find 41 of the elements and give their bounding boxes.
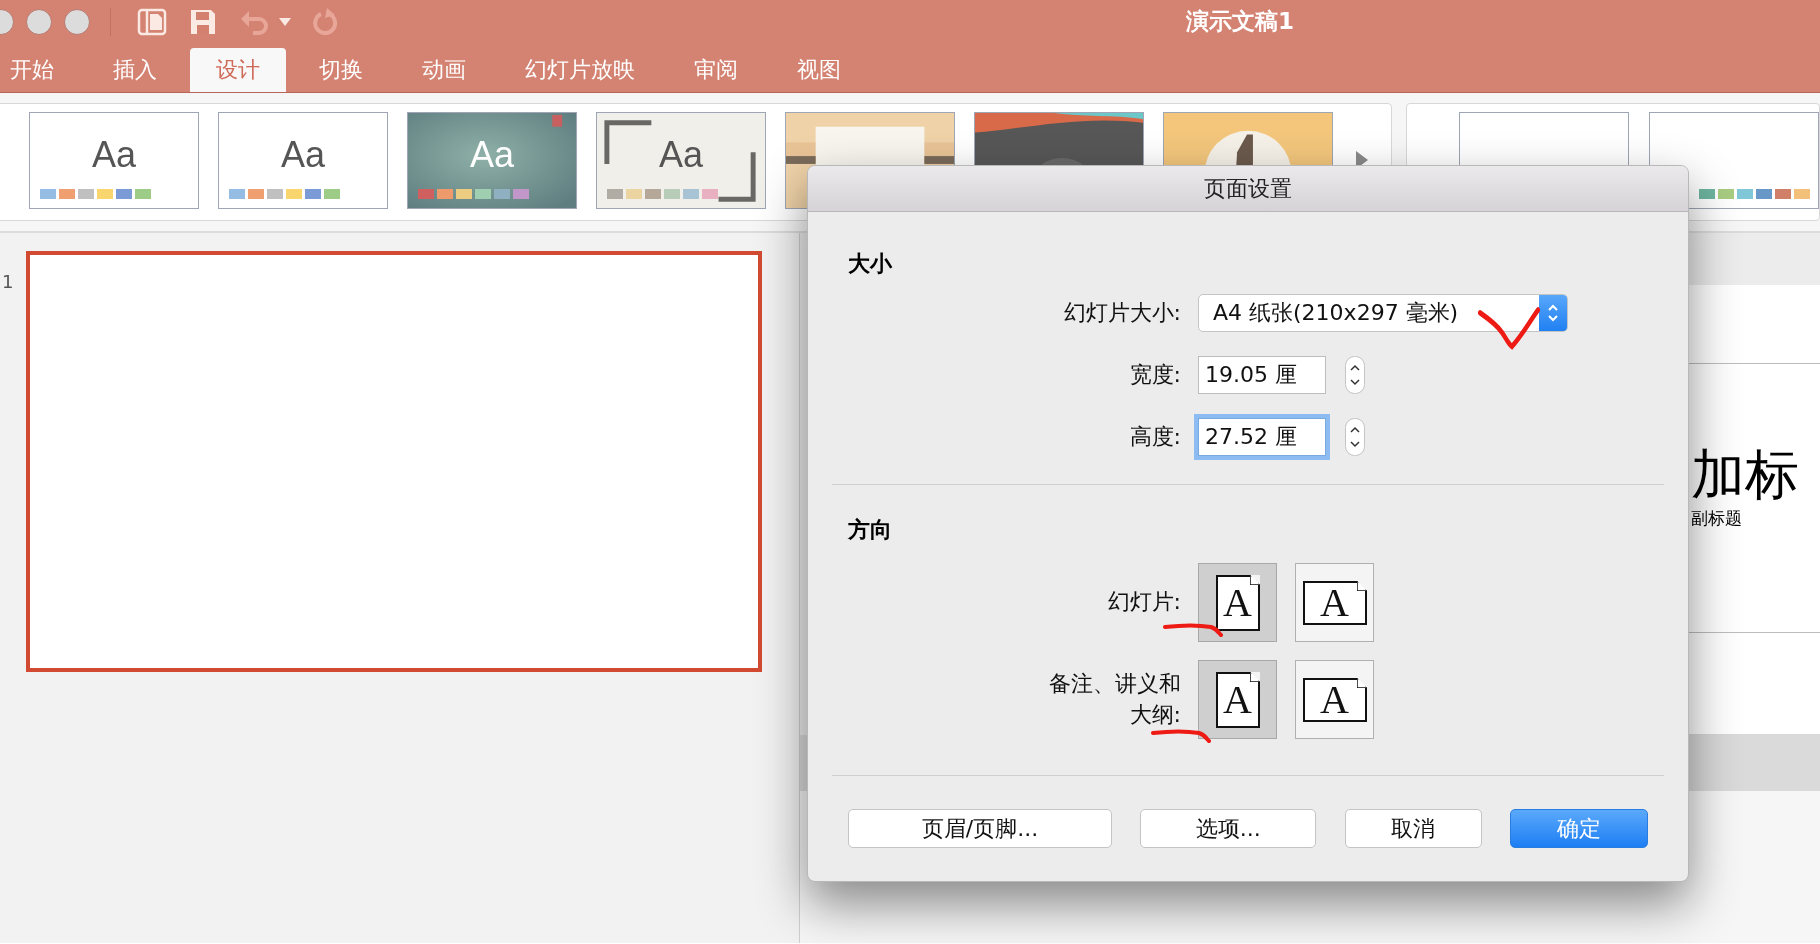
field-label: 宽度:	[1129, 361, 1181, 389]
caret-icon[interactable]	[279, 18, 291, 26]
field-label: 幻灯片:	[1106, 588, 1181, 617]
section-heading: 大小	[848, 250, 892, 278]
panel-icon[interactable]	[137, 8, 167, 36]
folded-corner-icon	[1249, 671, 1260, 682]
height-field[interactable]: 27.52 厘	[1198, 418, 1326, 456]
slide-thumbnail[interactable]	[26, 251, 762, 672]
title-placeholder[interactable]: 加标	[1691, 445, 1820, 506]
stepper-arrows-icon	[1547, 302, 1559, 324]
dialog-title: 页面设置	[1204, 174, 1292, 203]
field-label: 备注、讲义和大纲:	[1048, 669, 1181, 729]
portrait-button[interactable]: A	[1198, 563, 1277, 642]
slide-number: 1	[1, 270, 15, 294]
underline-mark	[1150, 728, 1214, 744]
width-field[interactable]: 19.05 厘	[1198, 356, 1326, 394]
dialog-button[interactable]: 页眉/页脚...	[848, 809, 1112, 848]
window-control[interactable]	[64, 9, 90, 35]
landscape-button[interactable]: A	[1295, 563, 1374, 642]
theme-thumbnail[interactable]: Aa	[596, 111, 766, 209]
field-label: 高度:	[1129, 423, 1181, 451]
dialog-button[interactable]: 选项...	[1140, 809, 1317, 848]
variant-thumbnail[interactable]	[1649, 111, 1819, 209]
folded-corner-icon	[1249, 574, 1260, 585]
folded-corner-icon	[1356, 677, 1367, 688]
theme-thumbnail[interactable]: Aa	[29, 111, 199, 209]
field-label: 幻灯片大小:	[1063, 299, 1181, 327]
portrait-button[interactable]: A	[1198, 660, 1277, 739]
underline-mark	[1162, 622, 1226, 638]
stepper[interactable]	[1345, 418, 1365, 456]
slide-size-dropdown[interactable]: A4 纸张(210x297 毫米)	[1198, 294, 1568, 332]
window-title: 演示文稿1	[1186, 8, 1294, 34]
window-control[interactable]	[26, 9, 52, 35]
theme-thumbnail[interactable]: Aa	[218, 111, 388, 209]
stepper[interactable]	[1345, 356, 1365, 394]
save-icon[interactable]	[189, 8, 217, 36]
folded-corner-icon	[1356, 580, 1367, 591]
subtitle-placeholder[interactable]: 副标题	[1691, 507, 1820, 531]
landscape-button[interactable]: A	[1295, 660, 1374, 739]
dialog-button[interactable]: 取消	[1344, 809, 1482, 848]
section-heading: 方向	[848, 516, 892, 544]
